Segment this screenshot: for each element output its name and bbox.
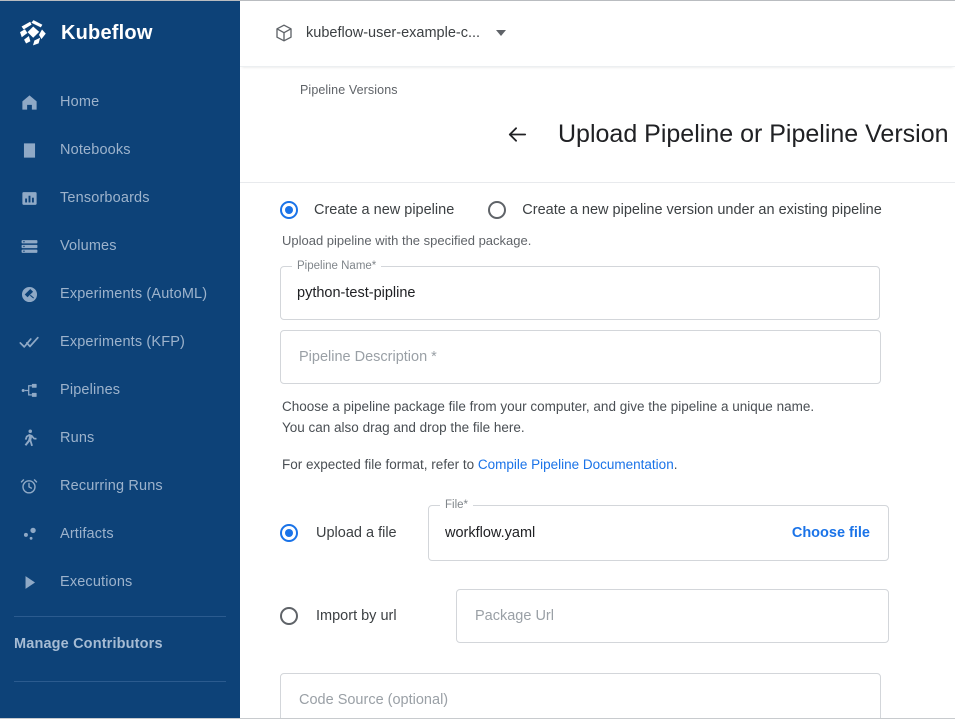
top-border bbox=[0, 0, 955, 1]
import-by-url-label: Import by url bbox=[316, 607, 397, 624]
upload-form: Create a new pipeline Create a new pipel… bbox=[240, 183, 955, 719]
radio-indicator[interactable] bbox=[488, 200, 507, 219]
code-source-wrapper: Code Source (optional) bbox=[280, 672, 889, 719]
code-source-placeholder: Code Source (optional) bbox=[299, 691, 449, 708]
upload-helper-text: Upload pipeline with the specified packa… bbox=[282, 232, 532, 248]
package-url-placeholder: Package Url bbox=[475, 607, 554, 624]
sidebar-item-recurring-runs[interactable]: Recurring Runs bbox=[0, 462, 240, 510]
sidebar-item-label: Recurring Runs bbox=[60, 478, 163, 494]
sidebar-item-volumes[interactable]: Volumes bbox=[0, 222, 240, 270]
sidebar-item-label: Volumes bbox=[60, 238, 117, 254]
file-field[interactable]: File* workflow.yaml Choose file bbox=[428, 498, 889, 561]
storage-icon bbox=[18, 235, 40, 257]
sidebar-item-experiments-kfp[interactable]: Experiments (KFP) bbox=[0, 318, 240, 366]
sidebar: Kubeflow Home Notebooks Tensorboards Vol… bbox=[0, 0, 240, 719]
code-source-field[interactable]: Code Source (optional) bbox=[280, 672, 881, 719]
sidebar-item-label: Home bbox=[60, 94, 100, 110]
sidebar-item-tensorboards[interactable]: Tensorboards bbox=[0, 174, 240, 222]
sidebar-item-pipelines[interactable]: Pipelines bbox=[0, 366, 240, 414]
compile-pipeline-documentation-link[interactable]: Compile Pipeline Documentation bbox=[478, 457, 674, 472]
pipeline-nodes-icon bbox=[18, 379, 40, 401]
title-row: Upload Pipeline or Pipeline Version bbox=[504, 97, 955, 182]
file-format-line: For expected file format, refer to Compi… bbox=[282, 454, 889, 475]
choose-file-button[interactable]: Choose file bbox=[792, 525, 870, 541]
main-content: kubeflow-user-example-c... Pipeline Vers… bbox=[240, 0, 955, 719]
kubeflow-upload-pipeline-page: Kubeflow Home Notebooks Tensorboards Vol… bbox=[0, 0, 955, 719]
description-line-2: You can also drag and drop the file here… bbox=[282, 419, 525, 435]
sidebar-item-home[interactable]: Home bbox=[0, 78, 240, 126]
radio-label: Create a new pipeline bbox=[314, 201, 455, 218]
pipeline-name-value: python-test-pipline bbox=[297, 284, 416, 301]
bar-chart-icon bbox=[18, 187, 40, 209]
sidebar-divider-bottom bbox=[14, 681, 226, 682]
upload-description-block: Choose a pipeline package file from your… bbox=[282, 396, 889, 475]
kubeflow-logo-icon bbox=[18, 18, 48, 48]
file-format-prefix: For expected file format, refer to bbox=[282, 456, 478, 472]
radio-create-new-pipeline[interactable]: Create a new pipeline bbox=[280, 200, 455, 219]
radio-upload-a-file[interactable]: Upload a file bbox=[280, 523, 420, 542]
pipeline-name-field[interactable]: Pipeline Name* python-test-pipline bbox=[280, 259, 880, 320]
pipeline-mode-radio-group: Create a new pipeline Create a new pipel… bbox=[280, 200, 889, 219]
cube-package-icon bbox=[274, 23, 294, 43]
breadcrumb[interactable]: Pipeline Versions bbox=[240, 67, 955, 97]
namespace-header: kubeflow-user-example-c... bbox=[240, 0, 955, 67]
description-line-1: Choose a pipeline package file from your… bbox=[282, 398, 815, 414]
alarm-clock-icon bbox=[18, 475, 40, 497]
chevron-down-icon[interactable] bbox=[496, 30, 507, 36]
radio-indicator[interactable] bbox=[280, 200, 298, 219]
sidebar-item-label: Experiments (AutoML) bbox=[60, 286, 208, 302]
radio-import-by-url[interactable]: Import by url bbox=[280, 606, 420, 625]
namespace-selector[interactable]: kubeflow-user-example-c... bbox=[274, 23, 507, 43]
file-value: workflow.yaml bbox=[445, 524, 536, 541]
sidebar-item-label: Artifacts bbox=[60, 526, 114, 542]
play-triangle-icon bbox=[18, 571, 40, 593]
pipeline-description-field[interactable]: Pipeline Description * bbox=[280, 329, 881, 384]
sidebar-item-label: Pipelines bbox=[60, 382, 121, 398]
radio-indicator[interactable] bbox=[280, 523, 298, 542]
sidebar-item-executions[interactable]: Executions bbox=[0, 558, 240, 606]
sidebar-item-label: Notebooks bbox=[60, 142, 131, 158]
brand[interactable]: Kubeflow bbox=[0, 0, 240, 66]
sidebar-item-runs[interactable]: Runs bbox=[0, 414, 240, 462]
upload-a-file-label: Upload a file bbox=[316, 524, 397, 541]
artifacts-dots-icon bbox=[18, 523, 40, 545]
package-url-field[interactable]: Package Url bbox=[456, 588, 889, 643]
radio-indicator[interactable] bbox=[280, 606, 298, 625]
import-by-url-row: Import by url Package Url bbox=[280, 588, 889, 643]
sidebar-item-experiments-automl[interactable]: Experiments (AutoML) bbox=[0, 270, 240, 318]
flask-icon bbox=[18, 283, 40, 305]
sidebar-item-manage-contributors[interactable]: Manage Contributors bbox=[0, 617, 240, 671]
radio-label: Create a new pipeline version under an e… bbox=[522, 201, 882, 218]
page-title: Upload Pipeline or Pipeline Version bbox=[558, 119, 949, 148]
double-check-icon bbox=[18, 331, 40, 353]
sidebar-item-label: Executions bbox=[60, 574, 133, 590]
file-label: File* bbox=[440, 498, 474, 511]
upload-a-file-row: Upload a file File* workflow.yaml Choose… bbox=[280, 498, 889, 561]
page-header: Pipeline Versions Upload Pipeline or Pip… bbox=[240, 67, 955, 183]
arrow-left-icon[interactable] bbox=[504, 121, 530, 147]
sidebar-item-label: Runs bbox=[60, 430, 95, 446]
sidebar-nav: Home Notebooks Tensorboards Volumes Expe… bbox=[0, 78, 240, 606]
sidebar-item-artifacts[interactable]: Artifacts bbox=[0, 510, 240, 558]
home-icon bbox=[18, 91, 40, 113]
brand-name: Kubeflow bbox=[61, 21, 153, 44]
pipeline-name-label: Pipeline Name* bbox=[292, 259, 382, 272]
running-person-icon bbox=[18, 427, 40, 449]
notebook-icon bbox=[18, 139, 40, 161]
file-format-suffix: . bbox=[673, 456, 678, 472]
manage-contributors-label: Manage Contributors bbox=[14, 636, 163, 652]
pipeline-description-placeholder: Pipeline Description * bbox=[299, 348, 437, 365]
radio-create-new-version[interactable]: Create a new pipeline version under an e… bbox=[488, 200, 882, 219]
sidebar-item-label: Tensorboards bbox=[60, 190, 150, 206]
sidebar-item-label: Experiments (KFP) bbox=[60, 334, 186, 350]
sidebar-item-notebooks[interactable]: Notebooks bbox=[0, 126, 240, 174]
namespace-name: kubeflow-user-example-c... bbox=[306, 25, 481, 41]
